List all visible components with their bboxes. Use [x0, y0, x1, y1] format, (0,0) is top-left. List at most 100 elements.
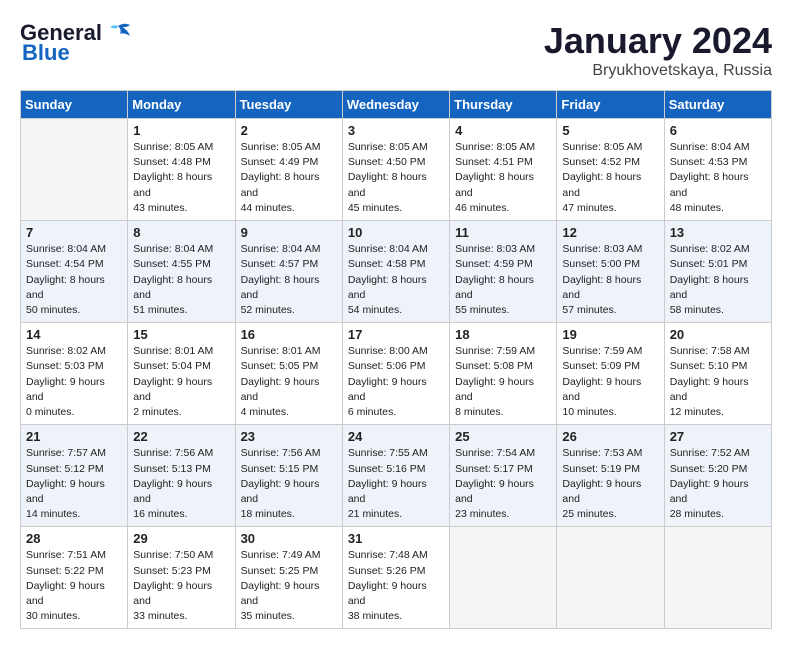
sunrise-text: Sunrise: 8:03 AM	[562, 242, 658, 257]
daylight-text: Daylight: 8 hours and	[670, 273, 766, 303]
calendar-cell: 27 Sunrise: 7:52 AMSunset: 5:20 PMDayligh…	[664, 425, 771, 527]
sunrise-text: Sunrise: 8:04 AM	[670, 140, 766, 155]
calendar-week-1: 1Sunrise: 8:05 AMSunset: 4:48 PMDaylight…	[21, 119, 772, 221]
calendar-cell: 14Sunrise: 8:02 AMSunset: 5:03 PMDayligh…	[21, 323, 128, 425]
sunset-text: Sunset: 4:52 PM	[562, 155, 658, 170]
day-number: 11	[455, 225, 551, 240]
day-number: 6	[670, 123, 766, 138]
daylight-text: Daylight: 9 hours and	[133, 375, 229, 405]
day-info: Sunrise: 7:51 AMSunset: 5:22 PMDaylight:…	[26, 548, 122, 624]
day-number: 12	[562, 225, 658, 240]
sunrise-text: Sunrise: 8:04 AM	[348, 242, 444, 257]
day-number: 27	[670, 429, 766, 444]
daylight-text-2: 14 minutes.	[26, 507, 122, 522]
calendar-cell	[557, 527, 664, 629]
day-info: Sunrise: 7:49 AMSunset: 5:25 PMDaylight:…	[241, 548, 337, 624]
page-header: General Blue January 2024 Bryukhovetskay…	[20, 20, 772, 80]
col-header-thursday: Thursday	[450, 91, 557, 119]
daylight-text: Daylight: 9 hours and	[348, 375, 444, 405]
daylight-text: Daylight: 9 hours and	[26, 477, 122, 507]
calendar-cell: 21Sunrise: 7:57 AMSunset: 5:12 PMDayligh…	[21, 425, 128, 527]
sunrise-text: Sunrise: 8:01 AM	[241, 344, 337, 359]
daylight-text: Daylight: 8 hours and	[562, 273, 658, 303]
sunrise-text: Sunrise: 8:01 AM	[133, 344, 229, 359]
sunrise-text: Sunrise: 8:05 AM	[455, 140, 551, 155]
logo: General Blue	[20, 20, 132, 66]
day-number: 24	[348, 429, 444, 444]
sunset-text: Sunset: 5:13 PM	[133, 462, 229, 477]
sunrise-text: Sunrise: 7:50 AM	[133, 548, 229, 563]
sunset-text: Sunset: 5:08 PM	[455, 359, 551, 374]
sunrise-text: Sunrise: 7:53 AM	[562, 446, 658, 461]
daylight-text: Daylight: 8 hours and	[26, 273, 122, 303]
daylight-text-2: 51 minutes.	[133, 303, 229, 318]
calendar-cell: 2Sunrise: 8:05 AMSunset: 4:49 PMDaylight…	[235, 119, 342, 221]
daylight-text-2: 47 minutes.	[562, 201, 658, 216]
day-info: Sunrise: 7:57 AMSunset: 5:12 PMDaylight:…	[26, 446, 122, 522]
calendar-cell: 16Sunrise: 8:01 AMSunset: 5:05 PMDayligh…	[235, 323, 342, 425]
daylight-text-2: 58 minutes.	[670, 303, 766, 318]
sunrise-text: Sunrise: 7:49 AM	[241, 548, 337, 563]
day-number: 3	[348, 123, 444, 138]
sunset-text: Sunset: 5:16 PM	[348, 462, 444, 477]
col-header-sunday: Sunday	[21, 91, 128, 119]
month-title: January 2024	[544, 20, 772, 62]
sunrise-text: Sunrise: 7:59 AM	[562, 344, 658, 359]
sunrise-text: Sunrise: 8:03 AM	[455, 242, 551, 257]
day-number: 17	[348, 327, 444, 342]
sunrise-text: Sunrise: 8:02 AM	[670, 242, 766, 257]
sunset-text: Sunset: 5:20 PM	[670, 462, 766, 477]
sunset-text: Sunset: 5:15 PM	[241, 462, 337, 477]
daylight-text-2: 8 minutes.	[455, 405, 551, 420]
sunset-text: Sunset: 5:25 PM	[241, 564, 337, 579]
daylight-text: Daylight: 9 hours and	[670, 477, 766, 507]
calendar-cell: 31Sunrise: 7:48 AMSunset: 5:26 PMDayligh…	[342, 527, 449, 629]
sunset-text: Sunset: 5:09 PM	[562, 359, 658, 374]
sunrise-text: Sunrise: 8:00 AM	[348, 344, 444, 359]
sunset-text: Sunset: 5:23 PM	[133, 564, 229, 579]
day-info: Sunrise: 8:02 AMSunset: 5:01 PMDaylight:…	[670, 242, 766, 318]
sunrise-text: Sunrise: 7:52 AM	[670, 446, 766, 461]
day-number: 30	[241, 531, 337, 546]
sunset-text: Sunset: 5:01 PM	[670, 257, 766, 272]
calendar-cell: 11Sunrise: 8:03 AMSunset: 4:59 PMDayligh…	[450, 221, 557, 323]
sunset-text: Sunset: 4:59 PM	[455, 257, 551, 272]
day-info: Sunrise: 8:01 AMSunset: 5:04 PMDaylight:…	[133, 344, 229, 420]
day-info: Sunrise: 8:05 AMSunset: 4:51 PMDaylight:…	[455, 140, 551, 216]
day-number: 23	[241, 429, 337, 444]
daylight-text: Daylight: 8 hours and	[562, 170, 658, 200]
daylight-text-2: 21 minutes.	[348, 507, 444, 522]
daylight-text: Daylight: 8 hours and	[348, 170, 444, 200]
calendar-week-3: 14Sunrise: 8:02 AMSunset: 5:03 PMDayligh…	[21, 323, 772, 425]
day-number: 19	[562, 327, 658, 342]
daylight-text: Daylight: 9 hours and	[455, 477, 551, 507]
day-info: Sunrise: 7:55 AMSunset: 5:16 PMDaylight:…	[348, 446, 444, 522]
day-info: Sunrise: 7:52 AMSunset: 5:20 PMDaylight:…	[670, 446, 766, 522]
daylight-text: Daylight: 9 hours and	[562, 477, 658, 507]
day-info: Sunrise: 7:54 AMSunset: 5:17 PMDaylight:…	[455, 446, 551, 522]
day-number: 14	[26, 327, 122, 342]
daylight-text-2: 55 minutes.	[455, 303, 551, 318]
daylight-text-2: 2 minutes.	[133, 405, 229, 420]
daylight-text: Daylight: 9 hours and	[26, 375, 122, 405]
daylight-text: Daylight: 8 hours and	[241, 170, 337, 200]
daylight-text: Daylight: 8 hours and	[670, 170, 766, 200]
daylight-text: Daylight: 9 hours and	[133, 579, 229, 609]
day-number: 7	[26, 225, 122, 240]
sunset-text: Sunset: 4:57 PM	[241, 257, 337, 272]
daylight-text-2: 10 minutes.	[562, 405, 658, 420]
calendar-cell: 12Sunrise: 8:03 AMSunset: 5:00 PMDayligh…	[557, 221, 664, 323]
daylight-text-2: 28 minutes.	[670, 507, 766, 522]
sunrise-text: Sunrise: 8:05 AM	[562, 140, 658, 155]
day-info: Sunrise: 8:05 AMSunset: 4:48 PMDaylight:…	[133, 140, 229, 216]
sunset-text: Sunset: 5:19 PM	[562, 462, 658, 477]
daylight-text-2: 46 minutes.	[455, 201, 551, 216]
daylight-text-2: 12 minutes.	[670, 405, 766, 420]
daylight-text: Daylight: 8 hours and	[241, 273, 337, 303]
day-number: 29	[133, 531, 229, 546]
day-info: Sunrise: 7:59 AMSunset: 5:09 PMDaylight:…	[562, 344, 658, 420]
daylight-text-2: 16 minutes.	[133, 507, 229, 522]
daylight-text-2: 50 minutes.	[26, 303, 122, 318]
sunrise-text: Sunrise: 7:59 AM	[455, 344, 551, 359]
sunset-text: Sunset: 5:04 PM	[133, 359, 229, 374]
